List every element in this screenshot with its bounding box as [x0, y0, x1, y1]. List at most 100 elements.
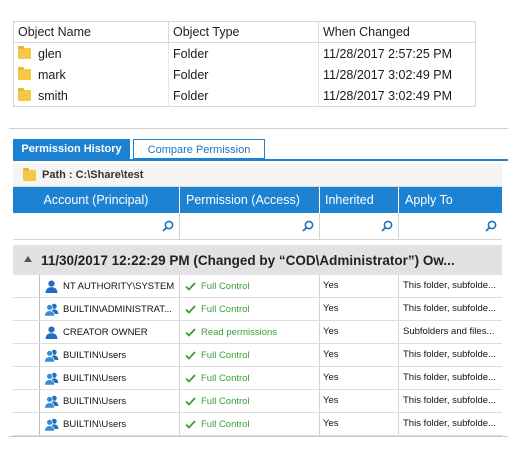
permission-cell: Full Control [180, 344, 320, 366]
inherited-value: Yes [320, 275, 399, 297]
object-type: Folder [168, 64, 319, 85]
account-cell: NT AUTHORITY\SYSTEM [13, 275, 180, 297]
object-name-cell: glen [13, 42, 169, 64]
account-name: BUILTIN\Users [63, 418, 127, 430]
account-filter[interactable] [13, 213, 180, 239]
filter-row [13, 213, 502, 240]
check-icon [185, 281, 196, 291]
table-row[interactable]: mark Folder 11/28/2017 3:02:49 PM [13, 64, 476, 85]
permission-value: Full Control [201, 418, 250, 430]
check-icon [185, 396, 196, 406]
permission-value: Full Control [201, 303, 250, 315]
account-name: CREATOR OWNER [63, 326, 148, 338]
row-indent [13, 413, 40, 435]
table-row[interactable]: BUILTIN\Users Full Control Yes This fold… [13, 413, 502, 436]
group-row[interactable]: 11/30/2017 12:22:29 PM (Changed by “COD\… [13, 245, 502, 275]
users-icon [44, 349, 59, 362]
inherited-filter[interactable] [320, 213, 399, 239]
users-icon [44, 395, 59, 408]
permission-cell: Full Control [180, 390, 320, 412]
search-icon[interactable] [381, 220, 393, 232]
account-name: BUILTIN\ADMINISTRAT... [63, 303, 172, 315]
permission-filter[interactable] [180, 213, 320, 239]
tab-compare-permission[interactable]: Compare Permission [133, 139, 265, 159]
permission-value: Full Control [201, 395, 250, 407]
column-header-apply-to[interactable]: Apply To [399, 187, 502, 213]
apply-to-value: This folder, subfolde... [403, 395, 496, 406]
object-type: Folder [168, 85, 319, 107]
tab-underline [13, 159, 508, 161]
column-header-when-changed[interactable]: When Changed [318, 21, 476, 43]
object-type: Folder [168, 42, 319, 64]
inherited-value: Yes [320, 413, 399, 435]
row-indent [13, 390, 40, 412]
when-changed: 11/28/2017 3:02:49 PM [323, 67, 453, 82]
permission-value: Full Control [201, 280, 250, 292]
path-bar: Path : C:\Share\test [13, 164, 502, 187]
tab-permission-history[interactable]: Permission History [13, 139, 130, 159]
apply-to-filter[interactable] [399, 213, 502, 239]
folder-icon [23, 167, 36, 181]
object-name: smith [38, 88, 68, 103]
permission-grid: Path : C:\Share\test Account (Principal)… [13, 164, 502, 436]
permission-cell: Read permissions [180, 321, 320, 343]
apply-to-value: Subfolders and files... [403, 326, 495, 337]
column-header-object-name[interactable]: Object Name [13, 21, 169, 43]
object-table-header: Object Name Object Type When Changed [13, 21, 476, 43]
folder-icon [18, 45, 31, 59]
table-row[interactable]: smith Folder 11/28/2017 3:02:49 PM [13, 85, 476, 107]
row-indent [13, 275, 40, 297]
column-header-account[interactable]: Account (Principal) [13, 187, 180, 213]
permission-cell: Full Control [180, 413, 320, 435]
search-icon[interactable] [302, 220, 314, 232]
apply-to-value: This folder, subfolde... [403, 303, 496, 314]
check-icon [185, 373, 196, 383]
account-name: NT AUTHORITY\SYSTEM [63, 280, 175, 292]
table-row[interactable]: BUILTIN\ADMINISTRAT... Full Control Yes … [13, 298, 502, 321]
table-row[interactable]: glen Folder 11/28/2017 2:57:25 PM [13, 42, 476, 64]
search-icon[interactable] [485, 220, 497, 232]
account-name: BUILTIN\Users [63, 395, 127, 407]
collapse-icon[interactable] [24, 256, 32, 262]
inherited-value: Yes [320, 321, 399, 343]
table-row[interactable]: BUILTIN\Users Full Control Yes This fold… [13, 390, 502, 413]
row-indent [13, 321, 40, 343]
permission-cell: Full Control [180, 298, 320, 320]
inherited-value: Yes [320, 344, 399, 366]
when-changed: 11/28/2017 3:02:49 PM [323, 88, 453, 103]
column-header-object-type[interactable]: Object Type [168, 21, 319, 43]
apply-to-value: This folder, subfolde... [403, 280, 496, 291]
account-name: BUILTIN\Users [63, 349, 127, 361]
apply-to-value: This folder, subfolde... [403, 418, 496, 429]
permission-rows: NT AUTHORITY\SYSTEM Full Control Yes Thi… [13, 275, 502, 436]
column-header-permission[interactable]: Permission (Access) [180, 187, 320, 213]
inherited-value: Yes [320, 390, 399, 412]
folder-icon [18, 87, 31, 101]
object-name: glen [38, 46, 62, 61]
check-icon [185, 419, 196, 429]
table-row[interactable]: BUILTIN\Users Full Control Yes This fold… [13, 344, 502, 367]
account-cell: BUILTIN\Users [13, 413, 180, 435]
account-cell: BUILTIN\Users [13, 390, 180, 412]
permission-value: Read permissions [201, 326, 278, 338]
inherited-value: Yes [320, 367, 399, 389]
column-header-inherited[interactable]: Inherited [320, 187, 399, 213]
table-row[interactable]: BUILTIN\Users Full Control Yes This fold… [13, 367, 502, 390]
apply-to-value: This folder, subfolde... [403, 372, 496, 383]
account-cell: BUILTIN\Users [13, 344, 180, 366]
grid-header: Account (Principal) Permission (Access) … [13, 187, 502, 213]
section-divider [9, 128, 508, 129]
inherited-value: Yes [320, 298, 399, 320]
check-icon [185, 350, 196, 360]
search-icon[interactable] [162, 220, 174, 232]
user-icon [45, 326, 58, 339]
table-row[interactable]: NT AUTHORITY\SYSTEM Full Control Yes Thi… [13, 275, 502, 298]
permission-cell: Full Control [180, 275, 320, 297]
account-name: BUILTIN\Users [63, 372, 127, 384]
account-cell: BUILTIN\ADMINISTRAT... [13, 298, 180, 320]
row-indent [13, 344, 40, 366]
account-cell: BUILTIN\Users [13, 367, 180, 389]
table-row[interactable]: CREATOR OWNER Read permissions Yes Subfo… [13, 321, 502, 344]
permission-cell: Full Control [180, 367, 320, 389]
object-name-cell: mark [13, 64, 169, 85]
